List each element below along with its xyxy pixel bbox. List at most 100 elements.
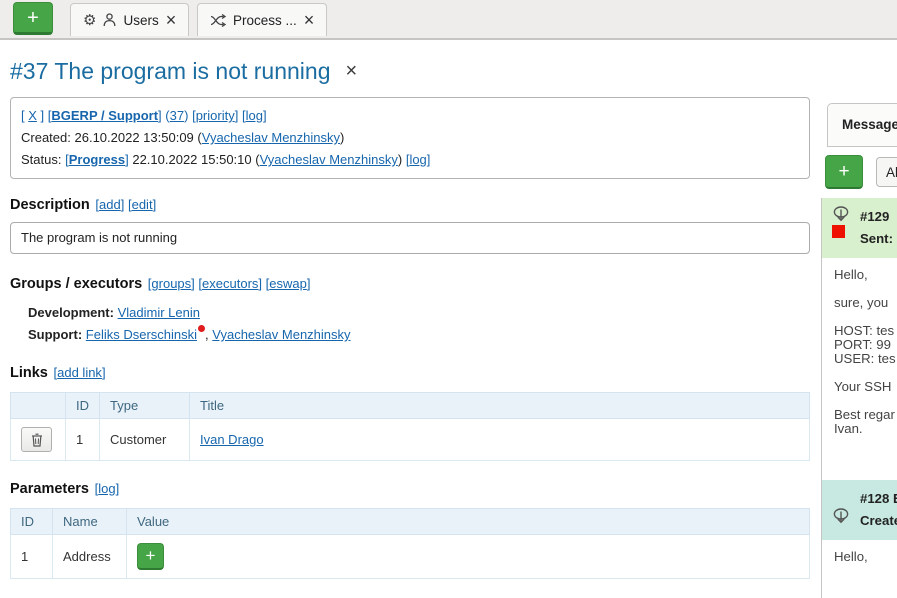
link-type-cell: Customer xyxy=(100,419,190,461)
unread-marker-icon xyxy=(198,325,205,332)
executor-row-development: Development: Vladimir Lenin xyxy=(28,302,820,324)
created-line: Created: 26.10.2022 13:50:09 Vyacheslav … xyxy=(21,127,799,149)
links-col-title: Title xyxy=(190,393,810,419)
message-body-line: Hello, xyxy=(834,268,897,282)
incoming-message-icon xyxy=(832,206,850,222)
incoming-message-icon xyxy=(832,508,850,524)
message-id: #128 E xyxy=(860,488,897,510)
close-ticket-icon[interactable]: × xyxy=(346,60,358,83)
message-body-line: HOST: tes xyxy=(834,324,897,338)
message-body-line: Ivan. xyxy=(834,422,897,436)
table-row: 1 Customer Ivan Drago xyxy=(11,419,810,461)
message-body-line xyxy=(834,394,897,408)
executor-row-support: Support: Feliks Dserschinski, Vyacheslav… xyxy=(28,324,820,346)
links-table: ID Type Title xyxy=(10,392,810,461)
groups-heading: Groups / executors xyxy=(10,276,142,292)
tab-users-close-icon[interactable]: × xyxy=(166,13,177,27)
status-user-link[interactable]: Vyacheslav Menzhinsky xyxy=(260,152,398,167)
message-card[interactable]: #128 E Create Hello, xyxy=(822,480,897,598)
group-label: Development: xyxy=(28,305,114,320)
message-body-line: Hello, xyxy=(834,550,897,564)
executor-link[interactable]: Vladimir Lenin xyxy=(118,305,200,320)
parameters-heading: Parameters xyxy=(10,481,89,497)
description-add-link[interactable]: add xyxy=(99,197,121,212)
tab-process-close-icon[interactable]: × xyxy=(304,13,315,27)
message-meta: Sent: xyxy=(860,228,893,250)
link-title-link[interactable]: Ivan Drago xyxy=(200,432,264,447)
status-label: Status: xyxy=(21,152,61,167)
trash-icon xyxy=(31,433,43,447)
links-table-header-row: ID Type Title xyxy=(11,393,810,419)
parameters-table: ID Name Value 1 Address + xyxy=(10,508,810,579)
project-link[interactable]: BGERP / Support xyxy=(51,108,158,123)
message-list: #129 Sent: Hello, sure, you HOST: tesPORT:… xyxy=(821,198,897,598)
description-edit-link[interactable]: edit xyxy=(132,197,153,212)
links-col-id: ID xyxy=(66,393,100,419)
description-box: The program is not running xyxy=(10,222,810,254)
tab-process[interactable]: Process ... × xyxy=(197,3,327,36)
status-link[interactable]: Progress xyxy=(69,152,125,167)
message-body-line: Best regar xyxy=(834,408,897,422)
priority-link[interactable]: priority xyxy=(196,108,235,123)
add-message-button[interactable]: + xyxy=(825,155,863,189)
message-body-line xyxy=(834,282,897,296)
hide-link[interactable]: X xyxy=(28,108,37,123)
add-parameter-value-button[interactable]: + xyxy=(137,543,164,570)
links-col-actions xyxy=(11,393,66,419)
all-messages-button[interactable]: All xyxy=(876,157,897,187)
description-text: The program is not running xyxy=(21,230,177,245)
status-log-link[interactable]: log xyxy=(409,152,426,167)
message-body: Hello, sure, you HOST: tesPORT: 99USER: te… xyxy=(822,258,897,480)
ticket-links-line: X BGERP / Support 37 priority log xyxy=(21,105,799,127)
parameters-col-name: Name xyxy=(53,509,127,535)
executor-link[interactable]: Feliks Dserschinski xyxy=(86,327,197,342)
shuffle-icon xyxy=(210,14,226,27)
message-body-line xyxy=(834,366,897,380)
parameter-id-cell: 1 xyxy=(11,535,53,579)
executor-link[interactable]: Vyacheslav Menzhinsky xyxy=(212,327,350,342)
add-link-link[interactable]: add link xyxy=(57,365,102,380)
description-heading: Description xyxy=(10,197,90,213)
messages-panel: Messages + All #129 Sent: xyxy=(821,40,897,553)
executor-separator: , xyxy=(205,327,209,342)
gear-icon: ⚙ xyxy=(83,13,96,28)
status-datetime: 22.10.2022 15:50:10 xyxy=(132,152,251,167)
created-datetime: 26.10.2022 13:50:09 xyxy=(75,130,194,145)
tab-users-label: Users xyxy=(123,13,158,28)
message-body-line: sure, you xyxy=(834,296,897,310)
messages-tab-label: Messages xyxy=(842,117,897,132)
page-title: #37 The program is not running xyxy=(10,58,331,85)
created-user-link[interactable]: Vyacheslav Menzhinsky xyxy=(202,130,340,145)
group-label: Support: xyxy=(28,327,82,342)
table-row: 1 Address + xyxy=(11,535,810,579)
message-header: #128 E Create xyxy=(822,480,897,540)
parameter-name-cell: Address xyxy=(53,535,127,579)
ticket-info-box: X BGERP / Support 37 priority log Create… xyxy=(10,97,810,179)
message-body-line: Your SSH xyxy=(834,380,897,394)
message-card[interactable]: #129 Sent: Hello, sure, you HOST: tesPORT:… xyxy=(822,198,897,480)
tab-messages[interactable]: Messages xyxy=(827,103,897,147)
executors-link[interactable]: executors xyxy=(202,276,258,291)
message-header: #129 Sent: xyxy=(822,198,897,258)
tab-bar: + ⚙ Users × Process ... × xyxy=(0,0,897,40)
message-body-line xyxy=(834,310,897,324)
ticket-view: #37 The program is not running × X BGERP… xyxy=(0,40,820,553)
groups-heading-row: Groups / executors groups executors eswa… xyxy=(10,274,820,294)
links-col-type: Type xyxy=(100,393,190,419)
message-body-line: USER: tes xyxy=(834,352,897,366)
status-line: Status: Progress 22.10.2022 15:50:10 Vya… xyxy=(21,149,799,171)
alert-flag-icon xyxy=(832,225,845,238)
ticket-id-link[interactable]: 37 xyxy=(170,108,184,123)
parameters-col-id: ID xyxy=(11,509,53,535)
delete-link-button[interactable] xyxy=(21,427,52,452)
groups-link[interactable]: groups xyxy=(151,276,191,291)
parameters-col-value: Value xyxy=(127,509,810,535)
eswap-link[interactable]: eswap xyxy=(269,276,307,291)
message-body-line: PORT: 99 xyxy=(834,338,897,352)
links-heading: Links xyxy=(10,365,48,381)
new-tab-button[interactable]: + xyxy=(13,2,53,35)
tab-users[interactable]: ⚙ Users × xyxy=(70,3,189,36)
log-link[interactable]: log xyxy=(246,108,263,123)
parameters-table-header-row: ID Name Value xyxy=(11,509,810,535)
parameters-log-link[interactable]: log xyxy=(98,481,115,496)
